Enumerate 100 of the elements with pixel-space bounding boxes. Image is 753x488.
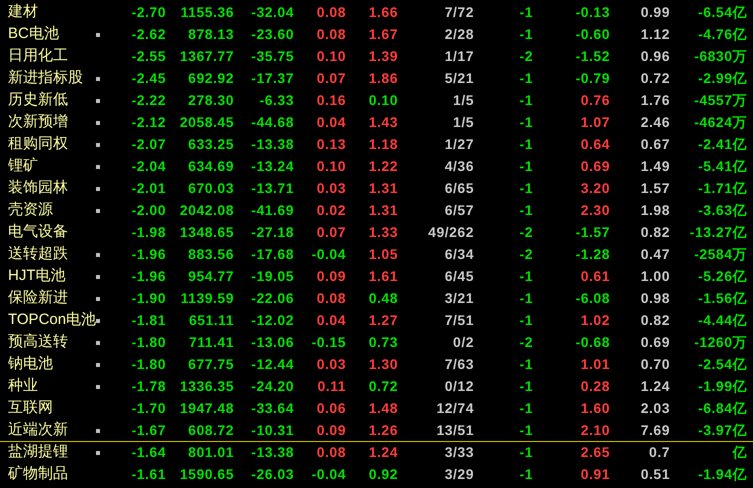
sector-name[interactable]: BC电池 <box>0 23 96 46</box>
table-cell-text: 7/51 <box>444 311 474 330</box>
table-cell-text: -1 <box>520 267 533 286</box>
sector-name[interactable]: 装饰园林 <box>0 177 96 200</box>
sector-name[interactable]: 新进指标股 <box>0 67 96 90</box>
table-cell-text: -1.96 <box>132 267 166 286</box>
sector-name[interactable]: 租购同权 <box>0 133 96 156</box>
table-cell-text: 0.96 <box>640 47 670 66</box>
sector-name[interactable]: HJT电池 <box>0 265 96 288</box>
table-cell-text: 2058.45 <box>180 113 234 132</box>
table-cell-text: 670.03 <box>188 179 234 198</box>
table-cell-text: -1.64 <box>132 443 166 462</box>
table-cell-text: -1 <box>520 421 533 440</box>
table-cell-text: 0.10 <box>316 47 346 66</box>
table-cell-text: 711.41 <box>188 333 234 352</box>
sector-name[interactable]: TOPCon电池 <box>0 309 96 332</box>
sector-name[interactable]: 保险新进 <box>0 287 96 310</box>
sector-name[interactable]: 种业 <box>0 375 96 398</box>
table-cell-text: 634.69 <box>188 157 234 176</box>
table-cell-text: 1.60 <box>580 399 610 418</box>
table-cell-text: -19.05 <box>251 267 294 286</box>
sector-name[interactable]: 历史新低 <box>0 89 96 112</box>
table-cell-text: -2.07 <box>132 135 166 154</box>
sector-name[interactable]: 送转超跌 <box>0 243 96 266</box>
sector-name[interactable]: 矿物制品 <box>0 463 96 486</box>
table-cell-text: 3/29 <box>444 465 474 484</box>
table-cell-text: -1 <box>520 25 533 44</box>
table-cell-text: 1.86 <box>368 69 398 88</box>
sector-name[interactable]: 电气设备 <box>0 221 96 244</box>
table-cell-text: 2.10 <box>580 421 610 440</box>
table-cell-text: 2042.08 <box>180 201 234 220</box>
sector-name[interactable]: 近端次新 <box>0 419 96 442</box>
table-cell-text: 0.82 <box>640 311 670 330</box>
table-cell-text: 0.07 <box>316 69 346 88</box>
sector-name[interactable]: 日用化工 <box>0 45 96 68</box>
table-cell-text: 0.61 <box>580 267 610 286</box>
table-cell-text: 651.11 <box>188 311 234 330</box>
table-cell-text: 0.03 <box>316 179 346 198</box>
table-cell-text: -4.44亿 <box>698 311 747 330</box>
table-cell-text: 0.51 <box>640 465 670 484</box>
table-cell-text: 633.25 <box>188 135 234 154</box>
table-cell-text: -1.56亿 <box>698 289 747 308</box>
sector-name[interactable]: 钠电池 <box>0 353 96 376</box>
sector-name[interactable]: 壳资源 <box>0 199 96 222</box>
table-cell-text: -6830万 <box>694 47 747 66</box>
table-cell-text: 2.46 <box>640 113 670 132</box>
table-cell-text: 1.57 <box>640 179 670 198</box>
table-cell-text: -10.31 <box>251 421 294 440</box>
table-cell-text: 0.98 <box>640 289 670 308</box>
table-cell-text: 1.66 <box>368 3 398 22</box>
table-cell-text: -1 <box>520 443 533 462</box>
table-cell-text: -27.18 <box>251 223 294 242</box>
table-cell-text: 6/45 <box>444 267 474 286</box>
table-cell-text: -2 <box>520 333 533 352</box>
table-cell-text: -2.70 <box>132 3 166 22</box>
table-cell-text: -1 <box>520 201 533 220</box>
table-cell-text: -33.64 <box>251 399 294 418</box>
table-cell-text: 4/36 <box>444 157 474 176</box>
table-cell-text: 0.69 <box>580 157 610 176</box>
table-cell-text: 1/17 <box>444 47 474 66</box>
sector-name[interactable]: 锂矿 <box>0 155 96 178</box>
table-cell-text: 1.07 <box>580 113 610 132</box>
table-cell-text: 1.76 <box>640 91 670 110</box>
table-cell-text: -1 <box>520 377 533 396</box>
table-cell-text: -2 <box>520 47 533 66</box>
table-cell-text: -5.41亿 <box>698 157 747 176</box>
table-cell-text: 0.48 <box>368 289 398 308</box>
table-cell-text: -6.08 <box>576 289 610 308</box>
table-cell-text: -2 <box>520 245 533 264</box>
table-cell-text: 0.92 <box>368 465 398 484</box>
table-cell-text: 0.09 <box>316 421 346 440</box>
table-cell-text: -22.06 <box>251 289 294 308</box>
table-cell-text: -1 <box>520 179 533 198</box>
table-cell-text: 1.98 <box>640 201 670 220</box>
table-cell-text: -0.15 <box>312 333 346 352</box>
sector-name[interactable]: 次新预增 <box>0 111 96 134</box>
sector-name[interactable]: 盐湖提锂 <box>0 441 96 464</box>
table-cell-text: 0.11 <box>318 377 346 396</box>
table-cell-text: -1 <box>520 91 533 110</box>
table-cell-text: 1.43 <box>368 113 398 132</box>
sector-name[interactable]: 预高送转 <box>0 331 96 354</box>
table-cell-text: 0.99 <box>640 3 670 22</box>
table-cell-text: 883.56 <box>188 245 234 264</box>
table-cell-text: 7.69 <box>640 421 670 440</box>
table-cell-text: -2.00 <box>132 201 166 220</box>
table-cell-text: -2.12 <box>132 113 166 132</box>
sector-name[interactable]: 建材 <box>0 1 96 24</box>
table-cell-text: -2.22 <box>132 91 166 110</box>
sector-name[interactable]: 互联网 <box>0 397 96 420</box>
table-cell-text: -6.84亿 <box>698 399 747 418</box>
table-cell-text: 278.30 <box>188 91 234 110</box>
table-cell-text: -1.99亿 <box>698 377 747 396</box>
table-cell-text: -13.24 <box>251 157 294 176</box>
table-cell-text: -1.96 <box>132 245 166 264</box>
table-cell-text: 677.75 <box>188 355 234 374</box>
table-cell-text: -1.70 <box>132 399 166 418</box>
table-cell-text: 0.76 <box>580 91 610 110</box>
table-cell-text: 1.67 <box>368 25 398 44</box>
table-cell-text: 1.00 <box>640 267 670 286</box>
table-cell-text: 0.73 <box>368 333 398 352</box>
